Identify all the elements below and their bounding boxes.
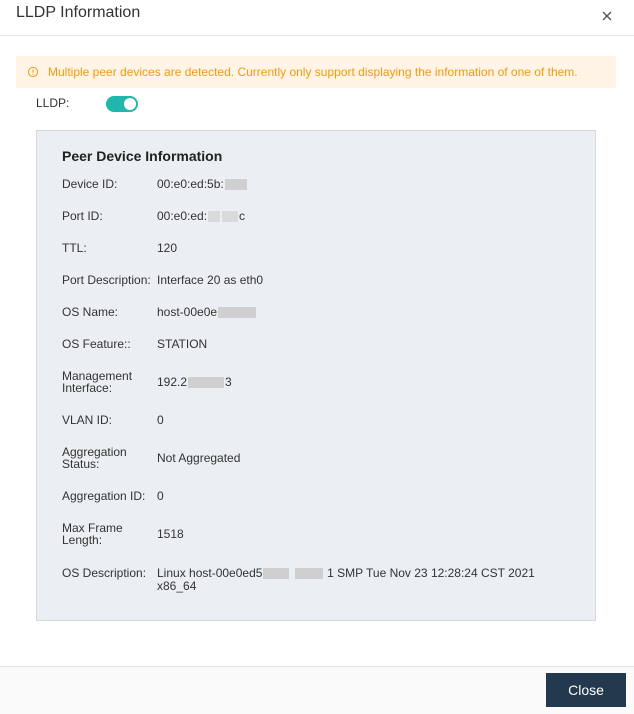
dialog-title: LLDP Information [16,4,141,21]
field-label: OS Name: [62,305,119,319]
field-label: Management Interface: [62,369,133,395]
redacted-block [294,568,323,580]
field-label: Device ID: [62,177,118,191]
field-label: TTL: [62,241,87,255]
warning-alert: Multiple peer devices are detected. Curr… [16,56,616,88]
redacted-block [218,307,257,319]
peer-device-panel: Peer Device Information Device ID: 00:e0… [36,130,596,621]
redacted-block [208,211,221,223]
field-label: Aggregation ID: [62,489,146,503]
lldp-label: LLDP: [36,96,70,110]
dialog-header: LLDP Information [0,0,634,36]
field-value: Not Aggregated [157,451,241,465]
close-icon[interactable] [600,9,614,23]
field-value: 120 [157,241,178,255]
field-value: 00:e0:ed: c [157,209,246,223]
redacted-block [188,377,225,389]
redacted-block [263,568,290,580]
field-value: 0 [157,489,164,503]
field-value: host-00e0e [157,306,577,319]
toggle-knob [124,98,136,110]
info-circle-icon [27,66,39,78]
field-label: Port ID: [62,209,103,223]
field-label: VLAN ID: [62,413,113,427]
panel-title: Peer Device Information [62,148,223,164]
redacted-block [224,179,247,191]
redacted-block [222,211,239,223]
field-value: 0 [157,413,164,427]
alert-text: Multiple peer devices are detected. Curr… [48,65,578,79]
field-value: Interface 20 as eth0 [157,273,264,287]
lldp-toggle[interactable] [106,96,138,112]
dialog-footer [0,666,634,714]
field-label: Aggregation Status: [62,445,127,471]
field-value: STATION [157,337,208,351]
field-label: OS Feature:: [62,337,131,351]
field-label: OS Description: [62,566,147,580]
lldp-dialog: LLDP Information Multiple peer devices a… [0,0,634,714]
field-value: 00:e0:ed:5b: [157,178,577,191]
field-label: Max Frame Length: [62,521,123,547]
field-value: Linux host-00e0ed5 1 SMP Tue Nov 23 12:2… [157,566,535,593]
close-button[interactable]: Close [546,673,626,707]
field-value: 192.2 3 [157,375,232,389]
field-label: Port Description: [62,273,151,287]
field-value: 1518 [157,527,184,541]
